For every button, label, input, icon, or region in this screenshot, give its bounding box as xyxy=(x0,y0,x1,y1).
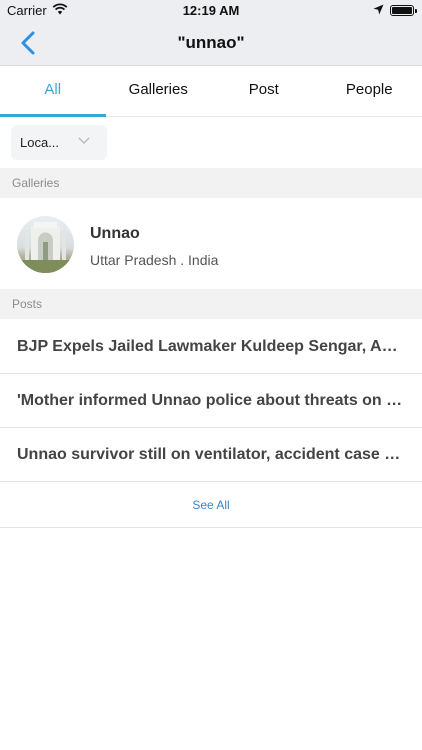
post-item[interactable]: 'Mother informed Unnao police about thre… xyxy=(0,374,422,428)
post-item[interactable]: Unnao survivor still on ventilator, acci… xyxy=(0,428,422,482)
gallery-item[interactable]: Unnao Uttar Pradesh . India xyxy=(0,199,422,289)
header: Carrier 12:19 AM "unnao" xyxy=(0,0,422,66)
tab-people[interactable]: People xyxy=(317,67,422,116)
tab-bar: All Galleries Post People xyxy=(0,67,422,117)
status-time: 12:19 AM xyxy=(182,3,240,18)
post-title: Unnao survivor still on ventilator, acci… xyxy=(17,446,405,463)
page-title: "unnao" xyxy=(177,33,245,52)
status-bar: Carrier 12:19 AM xyxy=(0,0,422,22)
post-item[interactable]: BJP Expels Jailed Lawmaker Kuldeep Senga… xyxy=(0,320,422,374)
battery-icon xyxy=(390,5,417,16)
chevron-down-icon xyxy=(78,137,90,144)
filter-label: Loca... xyxy=(20,135,60,150)
gallery-thumbnail xyxy=(17,216,74,273)
tab-post[interactable]: Post xyxy=(211,67,317,116)
section-header-galleries: Galleries xyxy=(0,168,422,198)
post-title: 'Mother informed Unnao police about thre… xyxy=(17,392,405,409)
location-filter-dropdown[interactable]: Loca... xyxy=(11,125,107,160)
gallery-name: Unnao xyxy=(90,225,140,242)
tab-all[interactable]: All xyxy=(0,67,106,117)
see-all-link[interactable]: See All xyxy=(0,482,422,528)
location-arrow-icon xyxy=(373,4,384,15)
section-header-posts: Posts xyxy=(0,289,422,319)
post-title: BJP Expels Jailed Lawmaker Kuldeep Senga… xyxy=(17,338,405,355)
gallery-location: Uttar Pradesh . India xyxy=(90,252,219,268)
tab-galleries[interactable]: Galleries xyxy=(106,67,212,116)
